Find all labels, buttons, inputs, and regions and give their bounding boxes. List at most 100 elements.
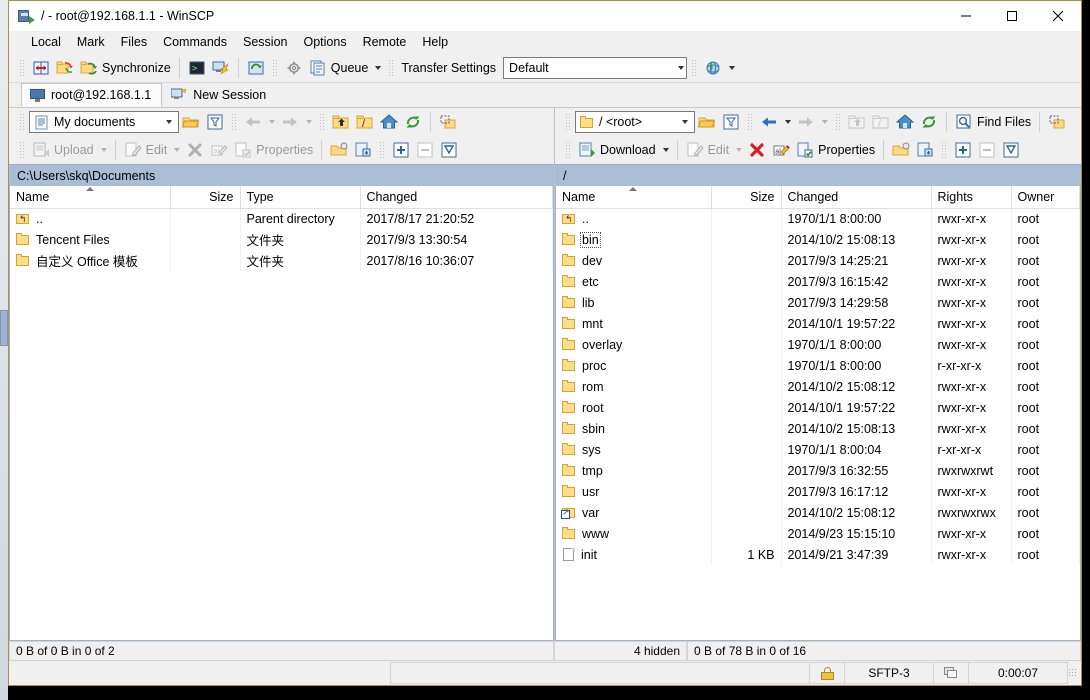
transfer-settings-globe-button[interactable] (701, 56, 738, 80)
local-edit-button[interactable]: Edit (121, 138, 184, 162)
table-row[interactable]: lib 2017/9/3 14:29:58 rwxr-xr-x root (556, 292, 1080, 313)
remote-file-list[interactable]: Name Size Changed Rights Owner ↰.. 1970/1… (555, 186, 1081, 641)
remote-back-button[interactable] (757, 110, 794, 134)
table-row[interactable]: root 2014/10/1 19:57:22 rwxr-xr-x root (556, 397, 1080, 418)
cell-name[interactable]: lib (556, 292, 712, 313)
minimize-button[interactable] (943, 1, 989, 31)
window-resize-grip[interactable] (1068, 668, 1078, 678)
local-drive-combo[interactable]: My documents (29, 111, 179, 133)
local-forward-button[interactable] (278, 110, 315, 134)
table-row[interactable]: usr 2017/9/3 16:17:12 rwxr-xr-x root (556, 481, 1080, 502)
session-tab-root[interactable]: root@192.168.1.1 (21, 83, 163, 107)
menu-item-local[interactable]: Local (23, 33, 69, 51)
local-drive-caret[interactable] (162, 120, 176, 124)
find-files-button[interactable]: Find Files (952, 110, 1034, 134)
remote-edit-button[interactable]: Edit (683, 138, 746, 162)
cell-name[interactable]: www (556, 523, 712, 544)
local-rename-button[interactable]: a| (207, 138, 231, 162)
remote-drive-caret[interactable] (678, 120, 692, 124)
toolbar-grip-3[interactable] (388, 58, 395, 77)
preferences-button[interactable] (282, 56, 306, 80)
local-select-files-button[interactable] (436, 110, 460, 134)
remote-new-folder-button[interactable] (889, 138, 913, 162)
cell-name[interactable]: root (556, 397, 712, 418)
toolbar-grip-4[interactable] (691, 58, 698, 77)
table-row[interactable]: var 2014/10/2 15:08:12rwxrwxrwxroot (556, 502, 1080, 523)
cell-name[interactable]: ↰.. (10, 208, 171, 229)
table-row[interactable]: proc 1970/1/1 8:00:00 r-xr-xr-x root (556, 355, 1080, 376)
local-current-path[interactable]: C:\Users\skq\Documents (9, 164, 554, 186)
table-row[interactable]: etc 2017/9/3 16:15:42 rwxr-xr-x root (556, 271, 1080, 292)
remote-list-empty-area[interactable] (556, 565, 1080, 640)
globe-dropdown-caret[interactable] (729, 65, 736, 70)
remote-parent-directory-button[interactable] (845, 110, 869, 134)
table-row[interactable]: Tencent Files 文件夹 2017/9/3 13:30:54 (10, 229, 553, 250)
menu-item-remote[interactable]: Remote (355, 33, 415, 51)
remote-dir-grip[interactable] (835, 113, 841, 131)
table-row[interactable]: tmp 2017/9/3 16:32:55 rwxrwxrwt root (556, 460, 1080, 481)
protocol-indicator[interactable]: SFTP-3 (844, 662, 934, 684)
table-row[interactable]: sys 1970/1/1 8:00:04 r-xr-xr-x root (556, 439, 1080, 460)
local-home-directory-button[interactable] (377, 110, 401, 134)
local-open-directory-button[interactable] (179, 110, 203, 134)
table-row[interactable]: ↰.. Parent directory 2017/8/17 21:20:52 (10, 208, 553, 229)
local-unselect-button[interactable] (413, 138, 437, 162)
local-nav-grip[interactable] (231, 113, 237, 131)
table-row[interactable]: init 1 KB 2014/9/21 3:47:39 rwxr-xr-x root (556, 544, 1080, 565)
local-back-caret[interactable] (269, 120, 275, 124)
local-forward-caret[interactable] (306, 120, 312, 124)
remote-action-grip[interactable] (565, 141, 571, 159)
remote-open-directory-button[interactable] (695, 110, 719, 134)
local-select-all-button[interactable] (437, 138, 461, 162)
secure-connection-indicator[interactable] (809, 662, 845, 684)
cell-name[interactable]: bin (556, 229, 712, 250)
maximize-button[interactable] (989, 1, 1035, 31)
local-filter-button[interactable] (203, 110, 227, 134)
cell-name[interactable]: etc (556, 271, 712, 292)
remote-current-path[interactable]: / (555, 164, 1081, 186)
remote-drive-combo[interactable]: / <root> (575, 111, 695, 133)
menu-item-mark[interactable]: Mark (69, 33, 113, 51)
local-col-size[interactable]: Size (170, 186, 241, 209)
local-col-type[interactable]: Type (240, 186, 361, 209)
cell-name[interactable]: sys (556, 439, 712, 460)
remote-delete-button[interactable] (745, 138, 769, 162)
cell-name[interactable]: ↰.. (556, 208, 712, 229)
upload-caret[interactable] (100, 148, 107, 152)
upload-button[interactable]: Upload (29, 138, 110, 162)
remote-select-button[interactable] (951, 138, 975, 162)
local-root-directory-button[interactable]: / (353, 110, 377, 134)
table-row[interactable]: sbin 2014/10/2 15:08:13 rwxr-xr-x root (556, 418, 1080, 439)
local-col-name[interactable]: Name (10, 186, 171, 209)
download-caret[interactable] (662, 148, 669, 152)
remote-filter-button[interactable] (719, 110, 743, 134)
remote-select-files-button[interactable] (1045, 110, 1069, 134)
local-edit-caret[interactable] (174, 148, 181, 152)
menu-item-session[interactable]: Session (235, 33, 295, 51)
local-col-changed[interactable]: Changed (360, 186, 553, 209)
putty-session-button[interactable] (209, 56, 233, 80)
cell-name[interactable]: sbin (556, 418, 712, 439)
table-row[interactable]: www 2014/9/23 15:15:10 rwxr-xr-x root (556, 523, 1080, 544)
cell-name[interactable]: usr (556, 481, 712, 502)
table-row[interactable]: overlay 1970/1/1 8:00:00 rwxr-xr-x root (556, 334, 1080, 355)
local-back-button[interactable] (241, 110, 278, 134)
local-properties-button[interactable]: Properties (231, 138, 316, 162)
toolbar-grip[interactable] (19, 58, 25, 77)
message-log-indicator[interactable] (933, 662, 969, 684)
synchronize-browsing-button[interactable] (53, 56, 77, 80)
remote-refresh-button[interactable] (917, 110, 941, 134)
local-sel-grip[interactable] (379, 141, 386, 159)
transfer-settings-caret[interactable] (678, 65, 685, 70)
table-row[interactable]: bin 2014/10/2 15:08:13 rwxr-xr-x root (556, 229, 1080, 250)
remote-sel-grip[interactable] (941, 141, 948, 159)
local-refresh-button[interactable] (401, 110, 425, 134)
close-button[interactable] (1035, 1, 1081, 31)
remote-forward-button[interactable] (794, 110, 831, 134)
synchronize-button[interactable]: Synchronize (77, 56, 174, 80)
remote-path-grip[interactable] (565, 113, 571, 131)
remote-forward-caret[interactable] (822, 120, 828, 124)
refresh-button[interactable] (244, 56, 268, 80)
toolbar-grip-2[interactable] (271, 58, 278, 77)
menu-item-files[interactable]: Files (113, 33, 155, 51)
